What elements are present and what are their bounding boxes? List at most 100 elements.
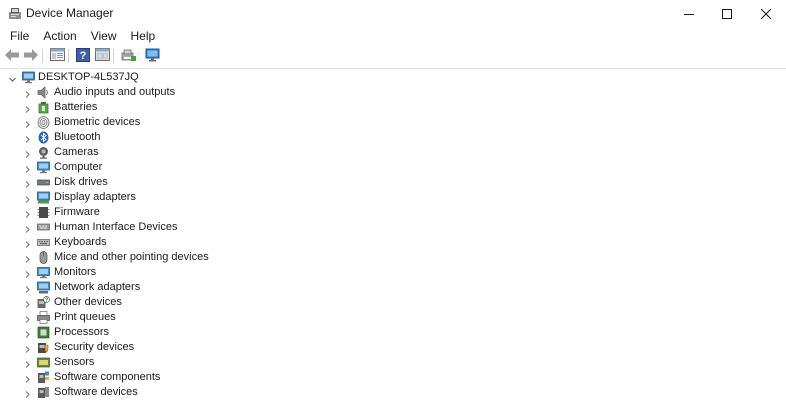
tree-item-bluetooth[interactable]: Bluetooth bbox=[0, 130, 786, 145]
bluetooth-icon bbox=[37, 131, 50, 144]
window-title: Device Manager bbox=[26, 6, 114, 20]
tree-item-label: Batteries bbox=[54, 101, 98, 113]
back-arrow-icon bbox=[5, 48, 19, 64]
tree-item-label: Other devices bbox=[54, 296, 122, 308]
svg-text:?: ? bbox=[80, 50, 87, 62]
chevron-right-icon[interactable] bbox=[23, 193, 32, 203]
disk-drive-icon bbox=[37, 176, 50, 189]
tree-item-monitors[interactable]: Monitors bbox=[0, 265, 786, 280]
tree-item-processors[interactable]: Processors bbox=[0, 325, 786, 340]
tree-item-label: Display adapters bbox=[54, 191, 136, 203]
chevron-right-icon[interactable] bbox=[23, 343, 32, 353]
tree-item-print-queues[interactable]: Print queues bbox=[0, 310, 786, 325]
fingerprint-icon bbox=[37, 116, 50, 129]
update-driver-icon bbox=[121, 48, 136, 65]
chevron-right-icon[interactable] bbox=[23, 148, 32, 158]
maximize-button[interactable] bbox=[707, 0, 747, 27]
tree-item-mice[interactable]: Mice and other pointing devices bbox=[0, 250, 786, 265]
hid-icon bbox=[37, 221, 50, 234]
chevron-right-icon[interactable] bbox=[23, 118, 32, 128]
forward-button[interactable] bbox=[22, 47, 40, 65]
monitor-icon bbox=[37, 266, 50, 279]
update-driver-button[interactable] bbox=[119, 47, 137, 65]
tree-item-label: Keyboards bbox=[54, 236, 107, 248]
tree-item-label: Processors bbox=[54, 326, 110, 338]
toolbar-divider bbox=[0, 68, 786, 69]
chevron-right-icon[interactable] bbox=[23, 163, 32, 173]
software-device-icon bbox=[37, 386, 50, 399]
tree-item-label: Network adapters bbox=[54, 281, 141, 293]
menu-help[interactable]: Help bbox=[124, 27, 163, 45]
toolbar-separator bbox=[113, 49, 114, 63]
chevron-right-icon[interactable] bbox=[23, 268, 32, 278]
close-button[interactable] bbox=[746, 0, 786, 27]
chevron-right-icon[interactable] bbox=[23, 283, 32, 293]
device-manager-window: Device Manager File Action View Help ? D… bbox=[0, 0, 786, 400]
chevron-right-icon[interactable] bbox=[23, 133, 32, 143]
tree-item-hid[interactable]: Human Interface Devices bbox=[0, 220, 786, 235]
tree-item-label: Audio inputs and outputs bbox=[54, 86, 176, 98]
tree-item-batteries[interactable]: Batteries bbox=[0, 100, 786, 115]
processor-icon bbox=[37, 326, 50, 339]
help-button[interactable]: ? bbox=[74, 47, 92, 65]
chevron-right-icon[interactable] bbox=[23, 88, 32, 98]
network-adapter-icon bbox=[37, 281, 50, 294]
menu-action[interactable]: Action bbox=[36, 27, 83, 45]
tree-item-audio[interactable]: Audio inputs and outputs bbox=[0, 85, 786, 100]
tree-item-software-devices[interactable]: Software devices bbox=[0, 385, 786, 400]
chevron-right-icon[interactable] bbox=[23, 253, 32, 263]
tree-item-software-components[interactable]: Software components bbox=[0, 370, 786, 385]
minimize-icon bbox=[684, 9, 694, 19]
keyboard-icon bbox=[37, 236, 50, 249]
chevron-right-icon[interactable] bbox=[23, 313, 32, 323]
help-icon: ? bbox=[76, 47, 90, 65]
tree-item-security-devices[interactable]: Security devices bbox=[0, 340, 786, 355]
menu-view[interactable]: View bbox=[84, 27, 124, 45]
back-button[interactable] bbox=[3, 47, 21, 65]
view-pane-button[interactable] bbox=[93, 47, 111, 65]
tree-item-biometric[interactable]: Biometric devices bbox=[0, 115, 786, 130]
menu-file[interactable]: File bbox=[3, 27, 36, 45]
tree-item-label: Monitors bbox=[54, 266, 97, 278]
software-component-icon bbox=[37, 371, 50, 384]
tree-item-sensors[interactable]: Sensors bbox=[0, 355, 786, 370]
device-tree: DESKTOP-4L537JQ Audio inputs and outputs… bbox=[0, 70, 786, 400]
tree-root-node[interactable]: DESKTOP-4L537JQ bbox=[0, 70, 786, 85]
properties-button[interactable] bbox=[48, 47, 66, 65]
tree-item-label: Security devices bbox=[54, 341, 135, 353]
forward-arrow-icon bbox=[24, 48, 38, 64]
printer-icon bbox=[37, 311, 50, 324]
chevron-right-icon[interactable] bbox=[23, 238, 32, 248]
battery-icon bbox=[37, 101, 50, 114]
tree-item-computer[interactable]: Computer bbox=[0, 160, 786, 175]
tree-item-disk-drives[interactable]: Disk drives bbox=[0, 175, 786, 190]
tree-item-display-adapters[interactable]: Display adapters bbox=[0, 190, 786, 205]
tree-item-label: Print queues bbox=[54, 311, 116, 323]
chevron-right-icon[interactable] bbox=[23, 358, 32, 368]
tree-item-other-devices[interactable]: ? Other devices bbox=[0, 295, 786, 310]
chevron-right-icon[interactable] bbox=[23, 328, 32, 338]
tree-item-label: Software components bbox=[54, 371, 161, 383]
chevron-right-icon[interactable] bbox=[23, 388, 32, 398]
chevron-right-icon[interactable] bbox=[23, 103, 32, 113]
view-pane-icon bbox=[94, 48, 110, 64]
tree-item-firmware[interactable]: Firmware bbox=[0, 205, 786, 220]
chevron-right-icon[interactable] bbox=[23, 178, 32, 188]
maximize-icon bbox=[722, 8, 732, 19]
tree-item-network-adapters[interactable]: Network adapters bbox=[0, 280, 786, 295]
chevron-right-icon[interactable] bbox=[23, 373, 32, 383]
title-bar[interactable]: Device Manager bbox=[0, 0, 786, 27]
speaker-icon bbox=[37, 86, 50, 99]
chevron-down-icon[interactable] bbox=[8, 73, 17, 82]
chevron-right-icon[interactable] bbox=[23, 298, 32, 308]
tree-root-label: DESKTOP-4L537JQ bbox=[38, 71, 139, 83]
tree-item-cameras[interactable]: Cameras bbox=[0, 145, 786, 160]
tree-item-label: Biometric devices bbox=[54, 116, 141, 128]
scan-hardware-button[interactable] bbox=[144, 47, 162, 65]
chevron-right-icon[interactable] bbox=[23, 208, 32, 218]
minimize-button[interactable] bbox=[669, 0, 709, 27]
tree-item-keyboards[interactable]: Keyboards bbox=[0, 235, 786, 250]
mouse-icon bbox=[37, 251, 50, 264]
tree-item-label: Disk drives bbox=[54, 176, 108, 188]
chevron-right-icon[interactable] bbox=[23, 223, 32, 233]
